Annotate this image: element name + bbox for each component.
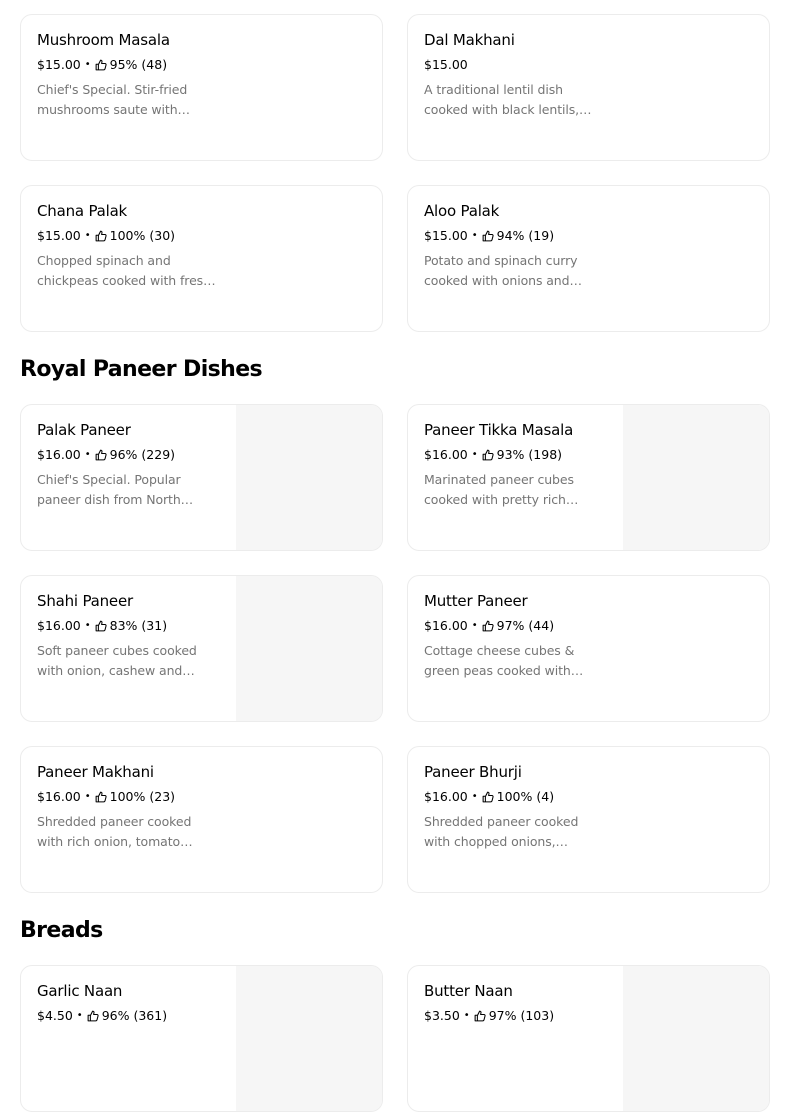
item-name: Garlic Naan bbox=[37, 982, 123, 1000]
item-meta: $15.00 • 95% (48) bbox=[37, 57, 167, 73]
separator-dot: • bbox=[84, 620, 91, 631]
item-price: $15.00 bbox=[37, 228, 81, 243]
menu-item-card[interactable]: Mutter Paneer $16.00 • 97% (44) Cottage … bbox=[407, 575, 770, 722]
separator-dot: • bbox=[84, 59, 91, 70]
separator-dot: • bbox=[471, 230, 478, 241]
item-rating: 94% (19) bbox=[496, 228, 555, 243]
item-description: Soft paneer cubes cooked with onion, cas… bbox=[37, 643, 197, 678]
item-meta: $4.50 • 96% (361) bbox=[37, 1008, 167, 1024]
section-title-royal-paneer-dishes: Royal Paneer Dishes bbox=[20, 357, 263, 382]
item-description: Shredded paneer cooked with rich onion, … bbox=[37, 814, 193, 849]
menu-item-card[interactable]: Dal Makhani $15.00 A traditional lentil … bbox=[407, 14, 770, 161]
thumbs-up-icon bbox=[95, 620, 107, 632]
menu-item-card[interactable]: Chana Palak $15.00 • 100% (30) Chopped s… bbox=[20, 185, 383, 332]
item-description: Cottage cheese cubes & green peas cooked… bbox=[424, 643, 584, 678]
item-description: Potato and spinach curry cooked with oni… bbox=[424, 253, 582, 288]
item-photo-placeholder bbox=[623, 966, 769, 1111]
item-rating: 93% (198) bbox=[496, 447, 563, 462]
menu-item-card[interactable]: Shahi Paneer $16.00 • 83% (31) Soft pane… bbox=[20, 575, 383, 722]
menu-item-card[interactable]: Paneer Bhurji $16.00 • 100% (4) Shredded… bbox=[407, 746, 770, 893]
separator-dot: • bbox=[84, 791, 91, 802]
item-rating: 100% (23) bbox=[109, 789, 176, 804]
item-price: $16.00 bbox=[424, 618, 468, 633]
item-meta: $15.00 bbox=[424, 57, 468, 73]
separator-dot: • bbox=[471, 620, 478, 631]
item-name: Paneer Tikka Masala bbox=[424, 421, 574, 439]
item-price: $4.50 bbox=[37, 1008, 73, 1023]
item-name: Mushroom Masala bbox=[37, 31, 170, 49]
item-name: Butter Naan bbox=[424, 982, 513, 1000]
item-meta: $15.00 • 100% (30) bbox=[37, 228, 175, 244]
section-title-breads: Breads bbox=[20, 918, 103, 943]
item-photo-placeholder bbox=[236, 405, 382, 550]
item-rating: 97% (103) bbox=[488, 1008, 555, 1023]
menu-item-card[interactable]: Garlic Naan $4.50 • 96% (361) bbox=[20, 965, 383, 1112]
menu-item-card[interactable]: Paneer Tikka Masala $16.00 • 93% (198) M… bbox=[407, 404, 770, 551]
thumbs-up-icon bbox=[95, 449, 107, 461]
item-meta: $16.00 • 83% (31) bbox=[37, 618, 167, 634]
item-meta: $16.00 • 100% (23) bbox=[37, 789, 175, 805]
menu-item-card[interactable]: Aloo Palak $15.00 • 94% (19) Potato and … bbox=[407, 185, 770, 332]
menu-item-card[interactable]: Paneer Makhani $16.00 • 100% (23) Shredd… bbox=[20, 746, 383, 893]
item-meta: $16.00 • 96% (229) bbox=[37, 447, 175, 463]
item-price: $3.50 bbox=[424, 1008, 460, 1023]
menu-item-card[interactable]: Mushroom Masala $15.00 • 95% (48) Chief'… bbox=[20, 14, 383, 161]
item-price: $15.00 bbox=[424, 228, 468, 243]
menu-item-card[interactable]: Palak Paneer $16.00 • 96% (229) Chief's … bbox=[20, 404, 383, 551]
item-description: Chief's Special. Popular paneer dish fro… bbox=[37, 472, 194, 507]
thumbs-up-icon bbox=[482, 620, 494, 632]
item-name: Shahi Paneer bbox=[37, 592, 133, 610]
item-description: Chopped spinach and chickpeas cooked wit… bbox=[37, 253, 216, 288]
item-price: $16.00 bbox=[37, 447, 81, 462]
thumbs-up-icon bbox=[482, 791, 494, 803]
item-rating: 83% (31) bbox=[109, 618, 168, 633]
item-rating: 97% (44) bbox=[496, 618, 555, 633]
item-meta: $15.00 • 94% (19) bbox=[424, 228, 554, 244]
item-meta: $16.00 • 100% (4) bbox=[424, 789, 554, 805]
separator-dot: • bbox=[471, 449, 478, 460]
separator-dot: • bbox=[471, 791, 478, 802]
item-price: $15.00 bbox=[424, 57, 468, 72]
item-price: $16.00 bbox=[424, 789, 468, 804]
item-name: Paneer Makhani bbox=[37, 763, 154, 781]
item-rating: 100% (4) bbox=[496, 789, 555, 804]
item-price: $16.00 bbox=[424, 447, 468, 462]
item-name: Mutter Paneer bbox=[424, 592, 528, 610]
item-meta: $16.00 • 93% (198) bbox=[424, 447, 562, 463]
thumbs-up-icon bbox=[482, 449, 494, 461]
item-meta: $3.50 • 97% (103) bbox=[424, 1008, 554, 1024]
item-rating: 96% (361) bbox=[101, 1008, 168, 1023]
thumbs-up-icon bbox=[95, 791, 107, 803]
item-name: Aloo Palak bbox=[424, 202, 500, 220]
item-photo-placeholder bbox=[236, 966, 382, 1111]
thumbs-up-icon bbox=[87, 1010, 99, 1022]
separator-dot: • bbox=[84, 230, 91, 241]
item-rating: 96% (229) bbox=[109, 447, 176, 462]
item-name: Paneer Bhurji bbox=[424, 763, 522, 781]
item-photo-placeholder bbox=[236, 576, 382, 721]
thumbs-up-icon bbox=[474, 1010, 486, 1022]
item-price: $16.00 bbox=[37, 618, 81, 633]
thumbs-up-icon bbox=[95, 59, 107, 71]
item-description: A traditional lentil dish cooked with bl… bbox=[424, 82, 592, 117]
menu-item-card[interactable]: Butter Naan $3.50 • 97% (103) bbox=[407, 965, 770, 1112]
item-name: Dal Makhani bbox=[424, 31, 515, 49]
item-price: $15.00 bbox=[37, 57, 81, 72]
thumbs-up-icon bbox=[95, 230, 107, 242]
separator-dot: • bbox=[463, 1010, 470, 1021]
separator-dot: • bbox=[84, 449, 91, 460]
item-name: Palak Paneer bbox=[37, 421, 131, 439]
item-description: Marinated paneer cubes cooked with prett… bbox=[424, 472, 579, 507]
separator-dot: • bbox=[76, 1010, 83, 1021]
item-meta: $16.00 • 97% (44) bbox=[424, 618, 554, 634]
item-photo-placeholder bbox=[623, 405, 769, 550]
thumbs-up-icon bbox=[482, 230, 494, 242]
item-name: Chana Palak bbox=[37, 202, 128, 220]
item-description: Chief's Special. Stir-fried mushrooms sa… bbox=[37, 82, 190, 117]
item-price: $16.00 bbox=[37, 789, 81, 804]
item-rating: 95% (48) bbox=[109, 57, 168, 72]
item-rating: 100% (30) bbox=[109, 228, 176, 243]
item-description: Shredded paneer cooked with chopped onio… bbox=[424, 814, 579, 849]
